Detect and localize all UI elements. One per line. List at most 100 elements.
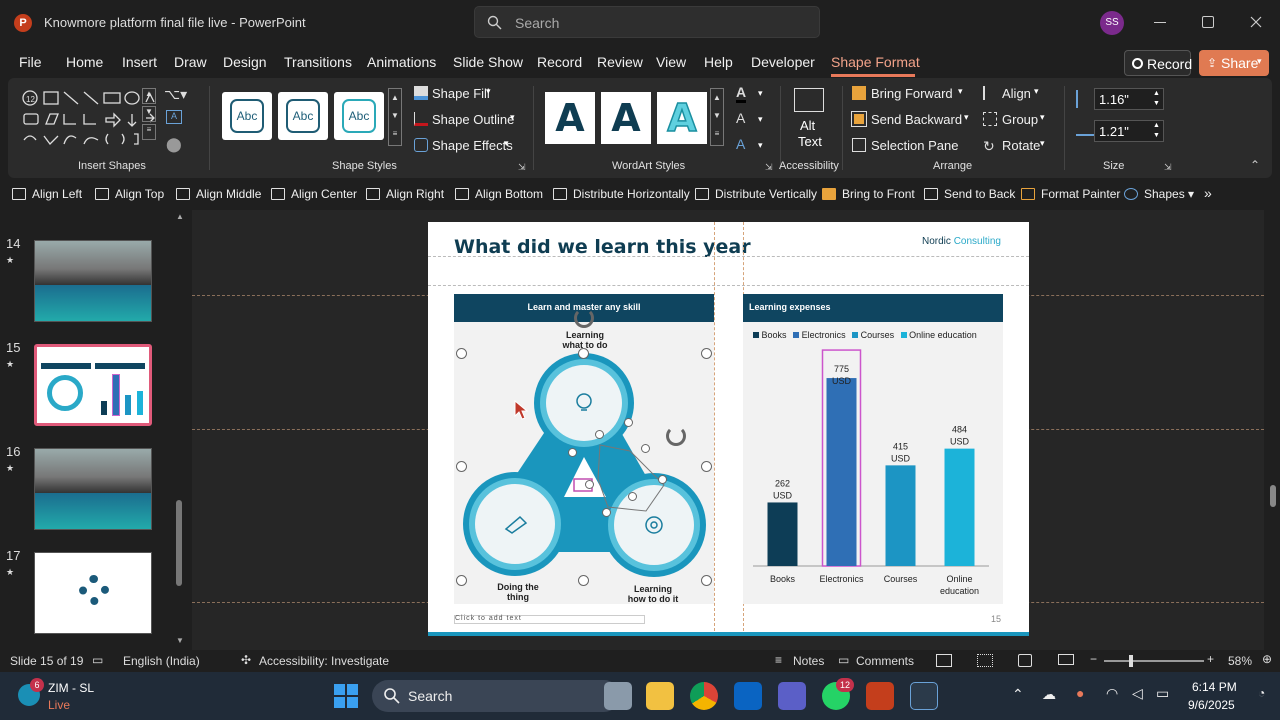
chart-bar-online-education[interactable] xyxy=(944,448,975,566)
menu-record[interactable]: Record xyxy=(537,54,582,70)
language[interactable]: English (India) xyxy=(123,654,200,668)
wordart-scroll[interactable]: ▲ ▼ ≡ xyxy=(710,88,724,146)
menu-draw[interactable]: Draw xyxy=(174,54,207,70)
resize-handle[interactable] xyxy=(701,461,712,472)
shape-point-handle[interactable] xyxy=(602,508,611,517)
text-outline-icon[interactable]: A xyxy=(736,110,745,126)
menu-shape-format[interactable]: Shape Format xyxy=(831,54,920,70)
merge-shapes-icon[interactable]: ⬤ xyxy=(166,136,182,153)
slideshow-icon[interactable] xyxy=(1058,654,1074,665)
shape-point-handle[interactable] xyxy=(585,480,594,489)
shapes-more[interactable]: ≡ xyxy=(142,124,156,140)
clock-time[interactable]: 6:14 PM xyxy=(1192,680,1237,694)
text-fill-icon[interactable]: A xyxy=(736,84,747,103)
edit-shape-icon[interactable]: ⌥▾ xyxy=(164,86,187,103)
align-middle-button[interactable]: Align Middle xyxy=(176,187,261,201)
more-commands-icon[interactable]: » xyxy=(1204,185,1212,201)
height-stepper[interactable]: ▲ ▼ xyxy=(1153,89,1160,109)
shape-style-1[interactable]: Abc xyxy=(222,92,272,140)
shape-fill-button[interactable]: Shape Fill xyxy=(432,86,490,101)
menu-view[interactable]: View xyxy=(656,54,686,70)
send-to-back-button[interactable]: Send to Back xyxy=(924,187,1015,201)
windows-start-icon[interactable] xyxy=(334,684,358,708)
share-button[interactable]: ⇪ Share ▾ xyxy=(1199,50,1269,76)
rotate-button[interactable]: Rotate xyxy=(1002,138,1040,153)
resize-handle[interactable] xyxy=(456,461,467,472)
scroll-down-arrow[interactable]: ▼ xyxy=(176,636,184,645)
teams-icon[interactable] xyxy=(778,682,806,710)
align-bottom-button[interactable]: Align Bottom xyxy=(455,187,543,201)
shapes-scroll-up[interactable]: ▲ xyxy=(142,88,156,104)
text-box-icon[interactable]: A xyxy=(166,110,182,124)
shape-style-3[interactable]: Abc xyxy=(334,92,384,140)
weather-widget[interactable]: 6 ZIM - SL Live xyxy=(18,678,128,714)
outlook-icon[interactable] xyxy=(734,682,762,710)
shape-point-handle[interactable] xyxy=(658,475,667,484)
resize-handle[interactable] xyxy=(701,575,712,586)
align-right-button[interactable]: Align Right xyxy=(366,187,444,201)
menu-insert[interactable]: Insert xyxy=(122,54,157,70)
align-center-button[interactable]: Align Center xyxy=(271,187,357,201)
selection-pane-button[interactable]: Selection Pane xyxy=(871,138,958,153)
group-button[interactable]: Group xyxy=(1002,112,1038,127)
menu-animations[interactable]: Animations xyxy=(367,54,436,70)
menu-slide-show[interactable]: Slide Show xyxy=(453,54,523,70)
menu-design[interactable]: Design xyxy=(223,54,267,70)
chart-bar-books[interactable] xyxy=(767,502,798,566)
shape-effects-button[interactable]: Shape Effects xyxy=(432,138,513,153)
task-view-icon[interactable] xyxy=(604,682,632,710)
slide-thumbnail-17[interactable] xyxy=(34,552,152,634)
slide-thumbnail-16[interactable] xyxy=(34,448,152,530)
resize-handle[interactable] xyxy=(701,348,712,359)
wordart-style-2[interactable]: A xyxy=(601,92,651,144)
dialog-launcher-icon[interactable]: ⇲ xyxy=(1164,162,1172,173)
shape-styles-scroll[interactable]: ▲ ▼ ≡ xyxy=(388,88,402,146)
format-painter-button[interactable]: Format Painter xyxy=(1021,187,1120,201)
slide[interactable]: What did we learn this year Nordic Consu… xyxy=(428,222,1029,636)
distribute-horizontally-button[interactable]: Distribute Horizontally xyxy=(553,187,690,201)
bring-to-front-button[interactable]: Bring to Front xyxy=(822,187,915,201)
dialog-launcher-icon[interactable]: ⇲ xyxy=(765,162,773,173)
menu-file[interactable]: File xyxy=(19,54,42,70)
normal-view-icon[interactable] xyxy=(936,654,952,667)
notification-bell-icon[interactable]: ◔ xyxy=(1258,686,1265,700)
cloud-icon[interactable]: ☁ xyxy=(1042,686,1056,703)
snipping-tool-icon[interactable] xyxy=(910,682,938,710)
alt-text-button[interactable]: Alt Text xyxy=(788,86,832,152)
chrome-icon[interactable] xyxy=(690,682,718,710)
notes-button[interactable]: Notes xyxy=(793,654,824,668)
zoom-thumb[interactable] xyxy=(1129,655,1133,667)
zoom-out-button[interactable]: − xyxy=(1090,652,1097,666)
shape-point-handle[interactable] xyxy=(624,418,633,427)
battery-icon[interactable]: ▭ xyxy=(1156,685,1169,702)
menu-help[interactable]: Help xyxy=(704,54,733,70)
shape-point-handle[interactable] xyxy=(628,492,637,501)
microphone-icon[interactable]: ● xyxy=(1076,685,1084,701)
wifi-icon[interactable]: ◠ xyxy=(1106,685,1118,702)
fit-slide-icon[interactable]: ⊕ xyxy=(1262,652,1272,666)
scroll-up-arrow[interactable]: ▲ xyxy=(176,212,184,221)
send-backward-button[interactable]: Send Backward xyxy=(871,112,962,127)
menu-home[interactable]: Home xyxy=(66,54,103,70)
bring-forward-button[interactable]: Bring Forward xyxy=(871,86,953,101)
volume-icon[interactable]: ◁ xyxy=(1132,685,1143,702)
chart-bar-electronics[interactable] xyxy=(826,378,857,566)
maximize-button[interactable] xyxy=(1202,16,1214,28)
spellcheck-icon[interactable]: ▭ xyxy=(92,653,103,667)
vertical-scrollbar[interactable] xyxy=(1270,485,1276,507)
record-button[interactable]: Record xyxy=(1124,50,1192,76)
menu-review[interactable]: Review xyxy=(597,54,643,70)
powerpoint-taskbar-icon[interactable] xyxy=(866,682,894,710)
footer-placeholder-box[interactable]: Click to add text xyxy=(454,615,645,624)
slide-thumbnail-14[interactable] xyxy=(34,240,152,322)
rotate-handle-icon[interactable] xyxy=(666,426,686,446)
taskbar-search-box[interactable]: Search xyxy=(372,680,620,712)
shapes-gallery[interactable]: 12 xyxy=(20,88,156,154)
height-input[interactable]: 1.16" ▲ ▼ xyxy=(1094,88,1164,110)
zoom-slider[interactable] xyxy=(1104,660,1204,662)
width-input[interactable]: 1.21" ▲ ▼ xyxy=(1094,120,1164,142)
thumbnail-scrollbar[interactable] xyxy=(176,500,182,586)
resize-handle[interactable] xyxy=(456,348,467,359)
menu-developer[interactable]: Developer xyxy=(751,54,815,70)
minimize-button[interactable] xyxy=(1154,22,1166,23)
